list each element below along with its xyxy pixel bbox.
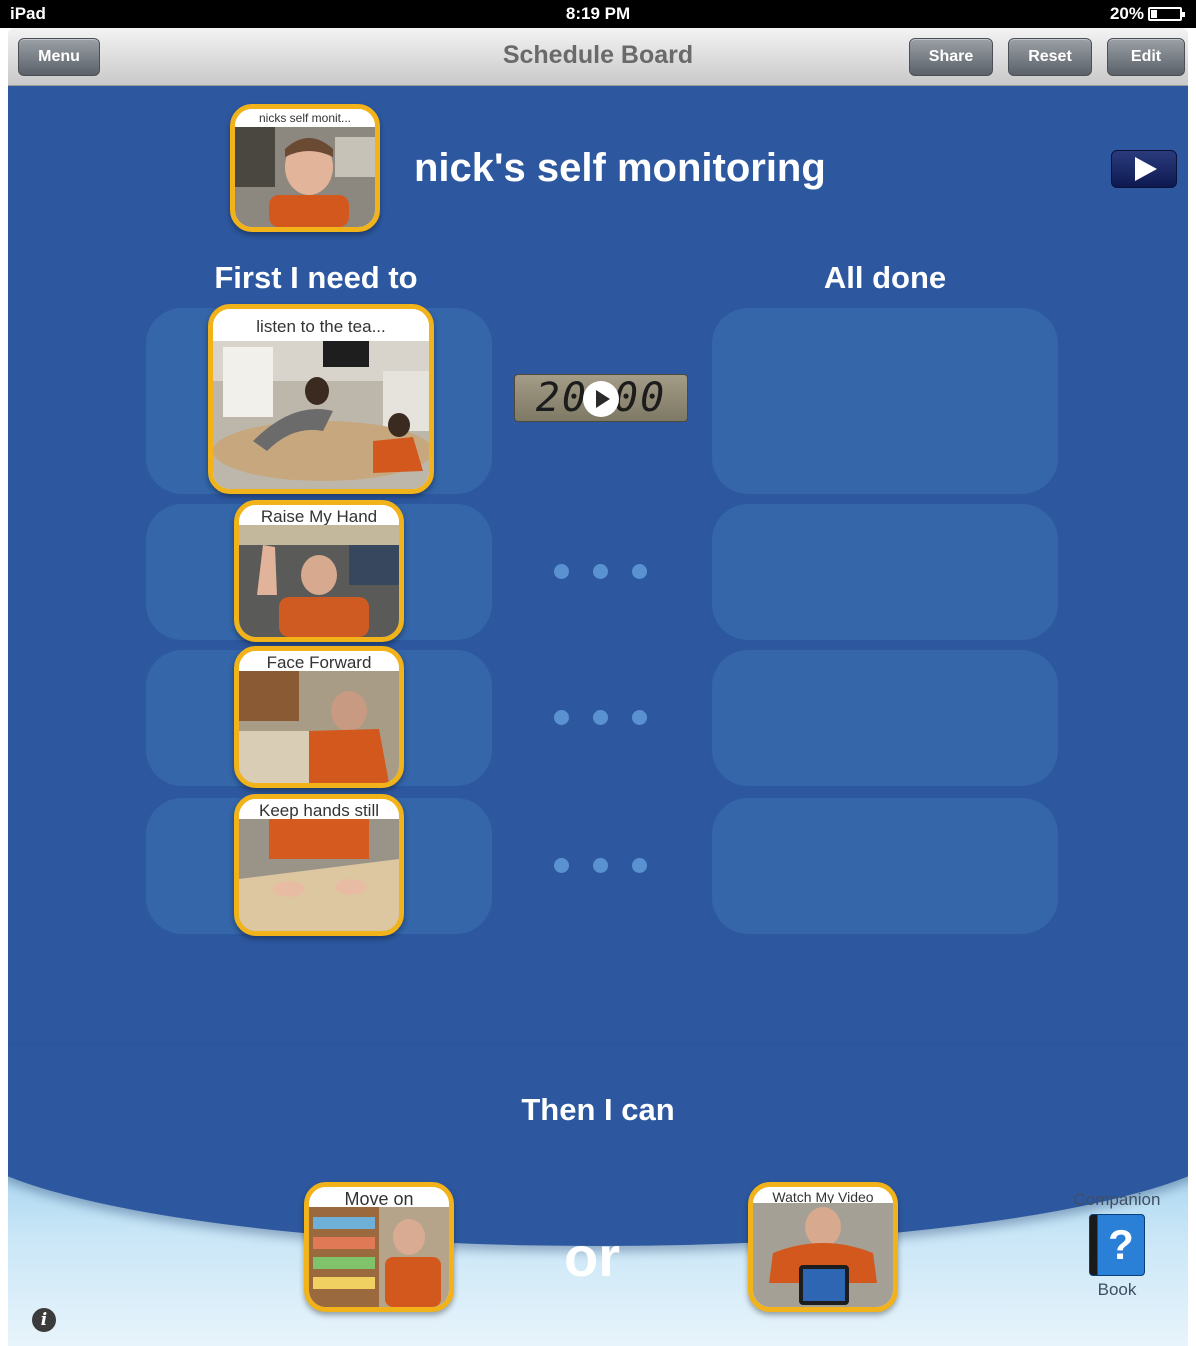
done-slot[interactable] xyxy=(712,308,1058,494)
share-button[interactable]: Share xyxy=(909,38,993,76)
move-on-photo xyxy=(309,1207,449,1307)
app-window: Schedule Board Menu Share Reset Edit nic… xyxy=(8,28,1188,1346)
boy-photo xyxy=(235,127,375,227)
transition-dots xyxy=(554,710,647,725)
timer-display[interactable]: 20:00 xyxy=(514,374,688,422)
board-curve xyxy=(8,1046,1188,1246)
info-icon[interactable]: i xyxy=(32,1308,56,1332)
reward-card[interactable]: Watch My Video xyxy=(748,1182,898,1312)
task-card-label: listen to the tea... xyxy=(213,309,429,341)
battery-icon xyxy=(1148,7,1185,21)
task-card-label: Face Forward xyxy=(239,651,399,673)
schedule-title: nick's self monitoring xyxy=(414,146,826,190)
classroom-photo xyxy=(213,341,429,489)
clock: 8:19 PM xyxy=(565,4,631,23)
or-separator: or xyxy=(564,1225,620,1288)
task-card[interactable]: listen to the tea... xyxy=(208,304,434,494)
companion-label: Companion xyxy=(1073,1190,1161,1209)
reset-button[interactable]: Reset xyxy=(1008,38,1092,76)
reward-card[interactable]: Move on xyxy=(304,1182,454,1312)
menu-button[interactable]: Menu xyxy=(18,38,100,76)
schedule-board: nicks self monit... nick's self monitori… xyxy=(8,86,1188,1246)
transition-dots xyxy=(554,858,647,873)
task-card-label: Raise My Hand xyxy=(239,505,399,527)
done-slot[interactable] xyxy=(712,504,1058,640)
task-card[interactable]: Keep hands still xyxy=(234,794,404,936)
edit-button[interactable]: Edit xyxy=(1107,38,1185,76)
transition-dots xyxy=(554,564,647,579)
battery-percent: 20% xyxy=(1109,4,1144,23)
navigation-bar: Schedule Board Menu Share Reset Edit xyxy=(8,28,1188,86)
question-book-icon: ? xyxy=(1089,1214,1145,1276)
raise-hand-photo xyxy=(239,525,399,637)
task-card[interactable]: Face Forward xyxy=(234,646,404,788)
status-bar: iPad 8:19 PM 20% xyxy=(0,0,1196,28)
schedule-thumbnail[interactable]: nicks self monit... xyxy=(230,104,380,232)
play-icon xyxy=(583,381,619,417)
schedule-thumbnail-caption: nicks self monit... xyxy=(235,109,375,125)
reward-heading: Then I can xyxy=(521,1092,675,1127)
play-icon xyxy=(1135,157,1157,181)
book-label: Book xyxy=(1097,1280,1137,1299)
done-slot[interactable] xyxy=(712,650,1058,786)
face-forward-photo xyxy=(239,671,399,783)
battery-status: 20% xyxy=(1109,4,1185,24)
play-schedule-button[interactable] xyxy=(1111,150,1177,188)
watch-video-photo xyxy=(753,1203,893,1307)
task-card-label: Keep hands still xyxy=(239,799,399,821)
first-column-heading: First I need to xyxy=(214,260,418,295)
companion-book-button[interactable]: Companion ? Book xyxy=(1060,1190,1174,1300)
done-slot[interactable] xyxy=(712,798,1058,934)
task-card[interactable]: Raise My Hand xyxy=(234,500,404,642)
done-column-heading: All done xyxy=(823,260,947,295)
hands-still-photo xyxy=(239,819,399,931)
